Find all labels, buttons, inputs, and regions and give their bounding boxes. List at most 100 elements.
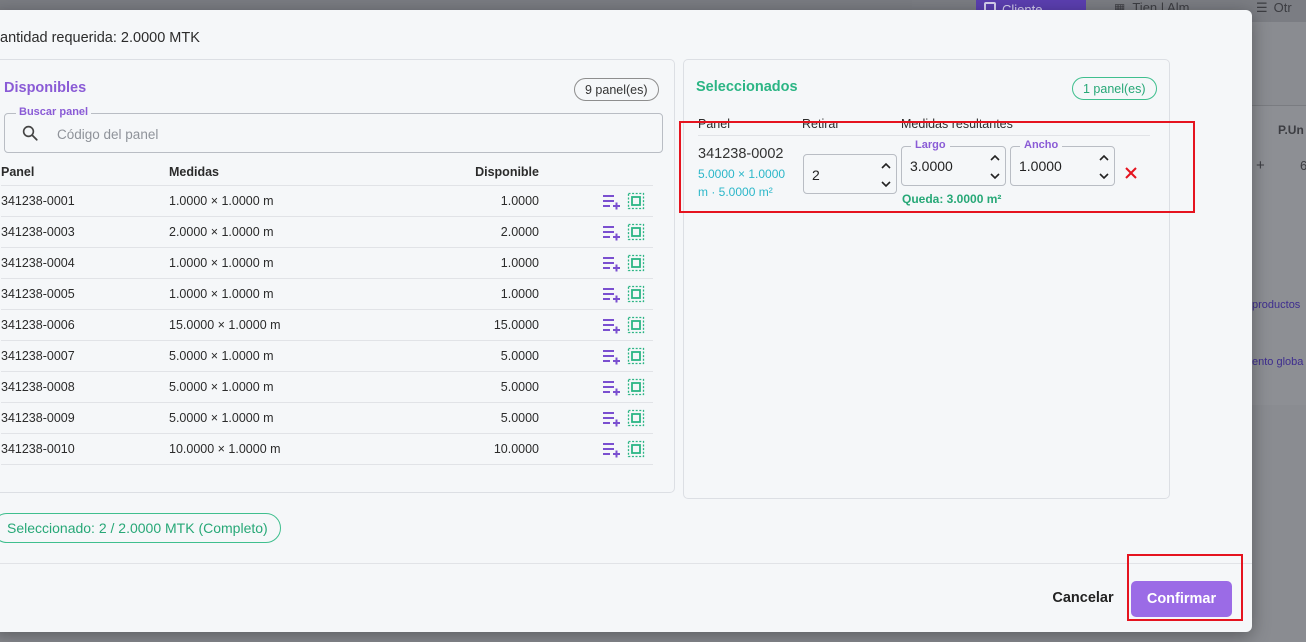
add-to-list-icon[interactable] (601, 254, 621, 272)
search-panel-input[interactable] (57, 123, 647, 145)
cancel-button[interactable]: Cancelar (1042, 588, 1124, 608)
selected-header-divider (698, 135, 1150, 136)
cell-actions (539, 185, 653, 217)
cell-medidas: 1.0000 × 1.0000 m (169, 185, 399, 217)
largo-field[interactable]: Largo 3.0000 (901, 139, 1006, 186)
cell-actions (539, 247, 653, 279)
background-price-header: P.Un (1278, 123, 1304, 137)
ancho-value: 1.0000 (1019, 158, 1062, 174)
background-toolbar-other: ☰ Otr (1256, 0, 1292, 15)
select-all-icon[interactable] (627, 378, 647, 396)
retirar-stepper[interactable]: 2 (803, 154, 897, 194)
available-panels-card: Disponibles 9 panel(es) Buscar panel Pan… (0, 59, 675, 493)
select-all-icon[interactable] (627, 440, 647, 458)
spinner-arrows-icon[interactable] (989, 151, 1001, 183)
cell-disponible: 5.0000 (399, 402, 539, 434)
cell-panel: 341238-0003 (1, 216, 169, 248)
table-row: 341238-0010 10.0000 × 1.0000 m 10.0000 (1, 433, 653, 465)
available-count-badge: 9 panel(es) (574, 78, 659, 101)
remove-selected-close-icon[interactable] (1123, 165, 1139, 181)
cell-disponible: 1.0000 (399, 247, 539, 279)
column-header-medidas: Medidas (169, 160, 399, 186)
add-to-list-icon[interactable] (601, 192, 621, 210)
cell-actions (539, 216, 653, 248)
cell-disponible: 5.0000 (399, 340, 539, 372)
cell-actions (539, 278, 653, 310)
column-header-actions (539, 160, 653, 186)
cell-medidas: 5.0000 × 1.0000 m (169, 340, 399, 372)
cell-medidas: 5.0000 × 1.0000 m (169, 402, 399, 434)
background-link-productos: productos (1252, 299, 1301, 311)
add-to-list-icon[interactable] (601, 347, 621, 365)
selection-status-badge: Seleccionado: 2 / 2.0000 MTK (Completo) (0, 513, 281, 543)
add-to-list-icon[interactable] (601, 223, 621, 241)
cell-panel: 341238-0004 (1, 247, 169, 279)
add-to-list-icon[interactable] (601, 285, 621, 303)
cell-panel: 341238-0005 (1, 278, 169, 310)
ancho-field[interactable]: Ancho 1.0000 (1010, 139, 1115, 186)
cell-actions (539, 433, 653, 465)
table-row: 341238-0003 2.0000 × 1.0000 m 2.0000 (1, 216, 653, 248)
table-header-row: Panel Medidas Disponible (1, 160, 653, 186)
cell-actions (539, 309, 653, 341)
search-icon (22, 125, 38, 141)
spinner-arrows-icon[interactable] (880, 159, 892, 191)
cell-medidas: 15.0000 × 1.0000 m (169, 309, 399, 341)
select-all-icon[interactable] (627, 409, 647, 427)
cell-disponible: 10.0000 (399, 433, 539, 465)
table-row: 341238-0007 5.0000 × 1.0000 m 5.0000 (1, 340, 653, 372)
cell-disponible: 2.0000 (399, 216, 539, 248)
confirm-button[interactable]: Confirmar (1131, 581, 1232, 617)
select-all-icon[interactable] (627, 316, 647, 334)
search-panel-field[interactable]: Buscar panel (4, 106, 663, 153)
selected-title: Seleccionados (696, 79, 798, 95)
selected-count-badge: 1 panel(es) (1072, 77, 1157, 100)
table-row: 341238-0001 1.0000 × 1.0000 m 1.0000 (1, 185, 653, 217)
table-row: 341238-0009 5.0000 × 1.0000 m 5.0000 (1, 402, 653, 434)
available-title: Disponibles (4, 80, 87, 96)
available-panels-table: Panel Medidas Disponible 341238-0001 1.00… (1, 160, 653, 465)
largo-label: Largo (911, 139, 950, 151)
spinner-arrows-icon[interactable] (1098, 151, 1110, 183)
cell-disponible: 1.0000 (399, 278, 539, 310)
cell-panel: 341238-0010 (1, 433, 169, 465)
required-quantity: antidad requerida: 2.0000 MTK (0, 30, 200, 46)
panel-selection-dialog: antidad requerida: 2.0000 MTK Disponible… (0, 10, 1252, 632)
select-all-icon[interactable] (627, 254, 647, 272)
cell-panel: 341238-0001 (1, 185, 169, 217)
select-all-icon[interactable] (627, 192, 647, 210)
available-panels-body: 341238-0001 1.0000 × 1.0000 m 1.0000 341238… (1, 185, 653, 465)
selected-panel-code: 341238-0002 (698, 146, 784, 162)
background-price-value: 6 (1300, 158, 1306, 173)
cell-medidas: 1.0000 × 1.0000 m (169, 247, 399, 279)
column-header-disponible: Disponible (399, 160, 539, 186)
cell-medidas: 2.0000 × 1.0000 m (169, 216, 399, 248)
cell-medidas: 1.0000 × 1.0000 m (169, 278, 399, 310)
cell-disponible: 5.0000 (399, 371, 539, 403)
cell-actions (539, 371, 653, 403)
add-to-list-icon[interactable] (601, 440, 621, 458)
cell-panel: 341238-0007 (1, 340, 169, 372)
add-to-list-icon[interactable] (601, 409, 621, 427)
ancho-label: Ancho (1020, 139, 1063, 151)
retirar-value: 2 (812, 167, 820, 183)
cell-actions (539, 402, 653, 434)
cell-disponible: 15.0000 (399, 309, 539, 341)
select-all-icon[interactable] (627, 285, 647, 303)
selected-column-result: Medidas resultantes (901, 117, 1013, 131)
menu-icon: ☰ (1256, 0, 1268, 15)
add-to-list-icon[interactable] (601, 378, 621, 396)
selected-panel-dims: 5.0000 × 1.0000 m · 5.0000 m² (698, 167, 786, 199)
table-row: 341238-0005 1.0000 × 1.0000 m 1.0000 (1, 278, 653, 310)
selected-column-retirar: Retirar (802, 117, 840, 131)
background-plus: + (1256, 157, 1265, 174)
add-to-list-icon[interactable] (601, 316, 621, 334)
table-row: 341238-0004 1.0000 × 1.0000 m 1.0000 (1, 247, 653, 279)
background-link-global: ento globa (1252, 356, 1304, 368)
select-all-icon[interactable] (627, 347, 647, 365)
remaining-area: Queda: 3.0000 m² (902, 192, 1002, 206)
cell-panel: 341238-0006 (1, 309, 169, 341)
cell-actions (539, 340, 653, 372)
select-all-icon[interactable] (627, 223, 647, 241)
column-header-panel: Panel (1, 160, 169, 186)
